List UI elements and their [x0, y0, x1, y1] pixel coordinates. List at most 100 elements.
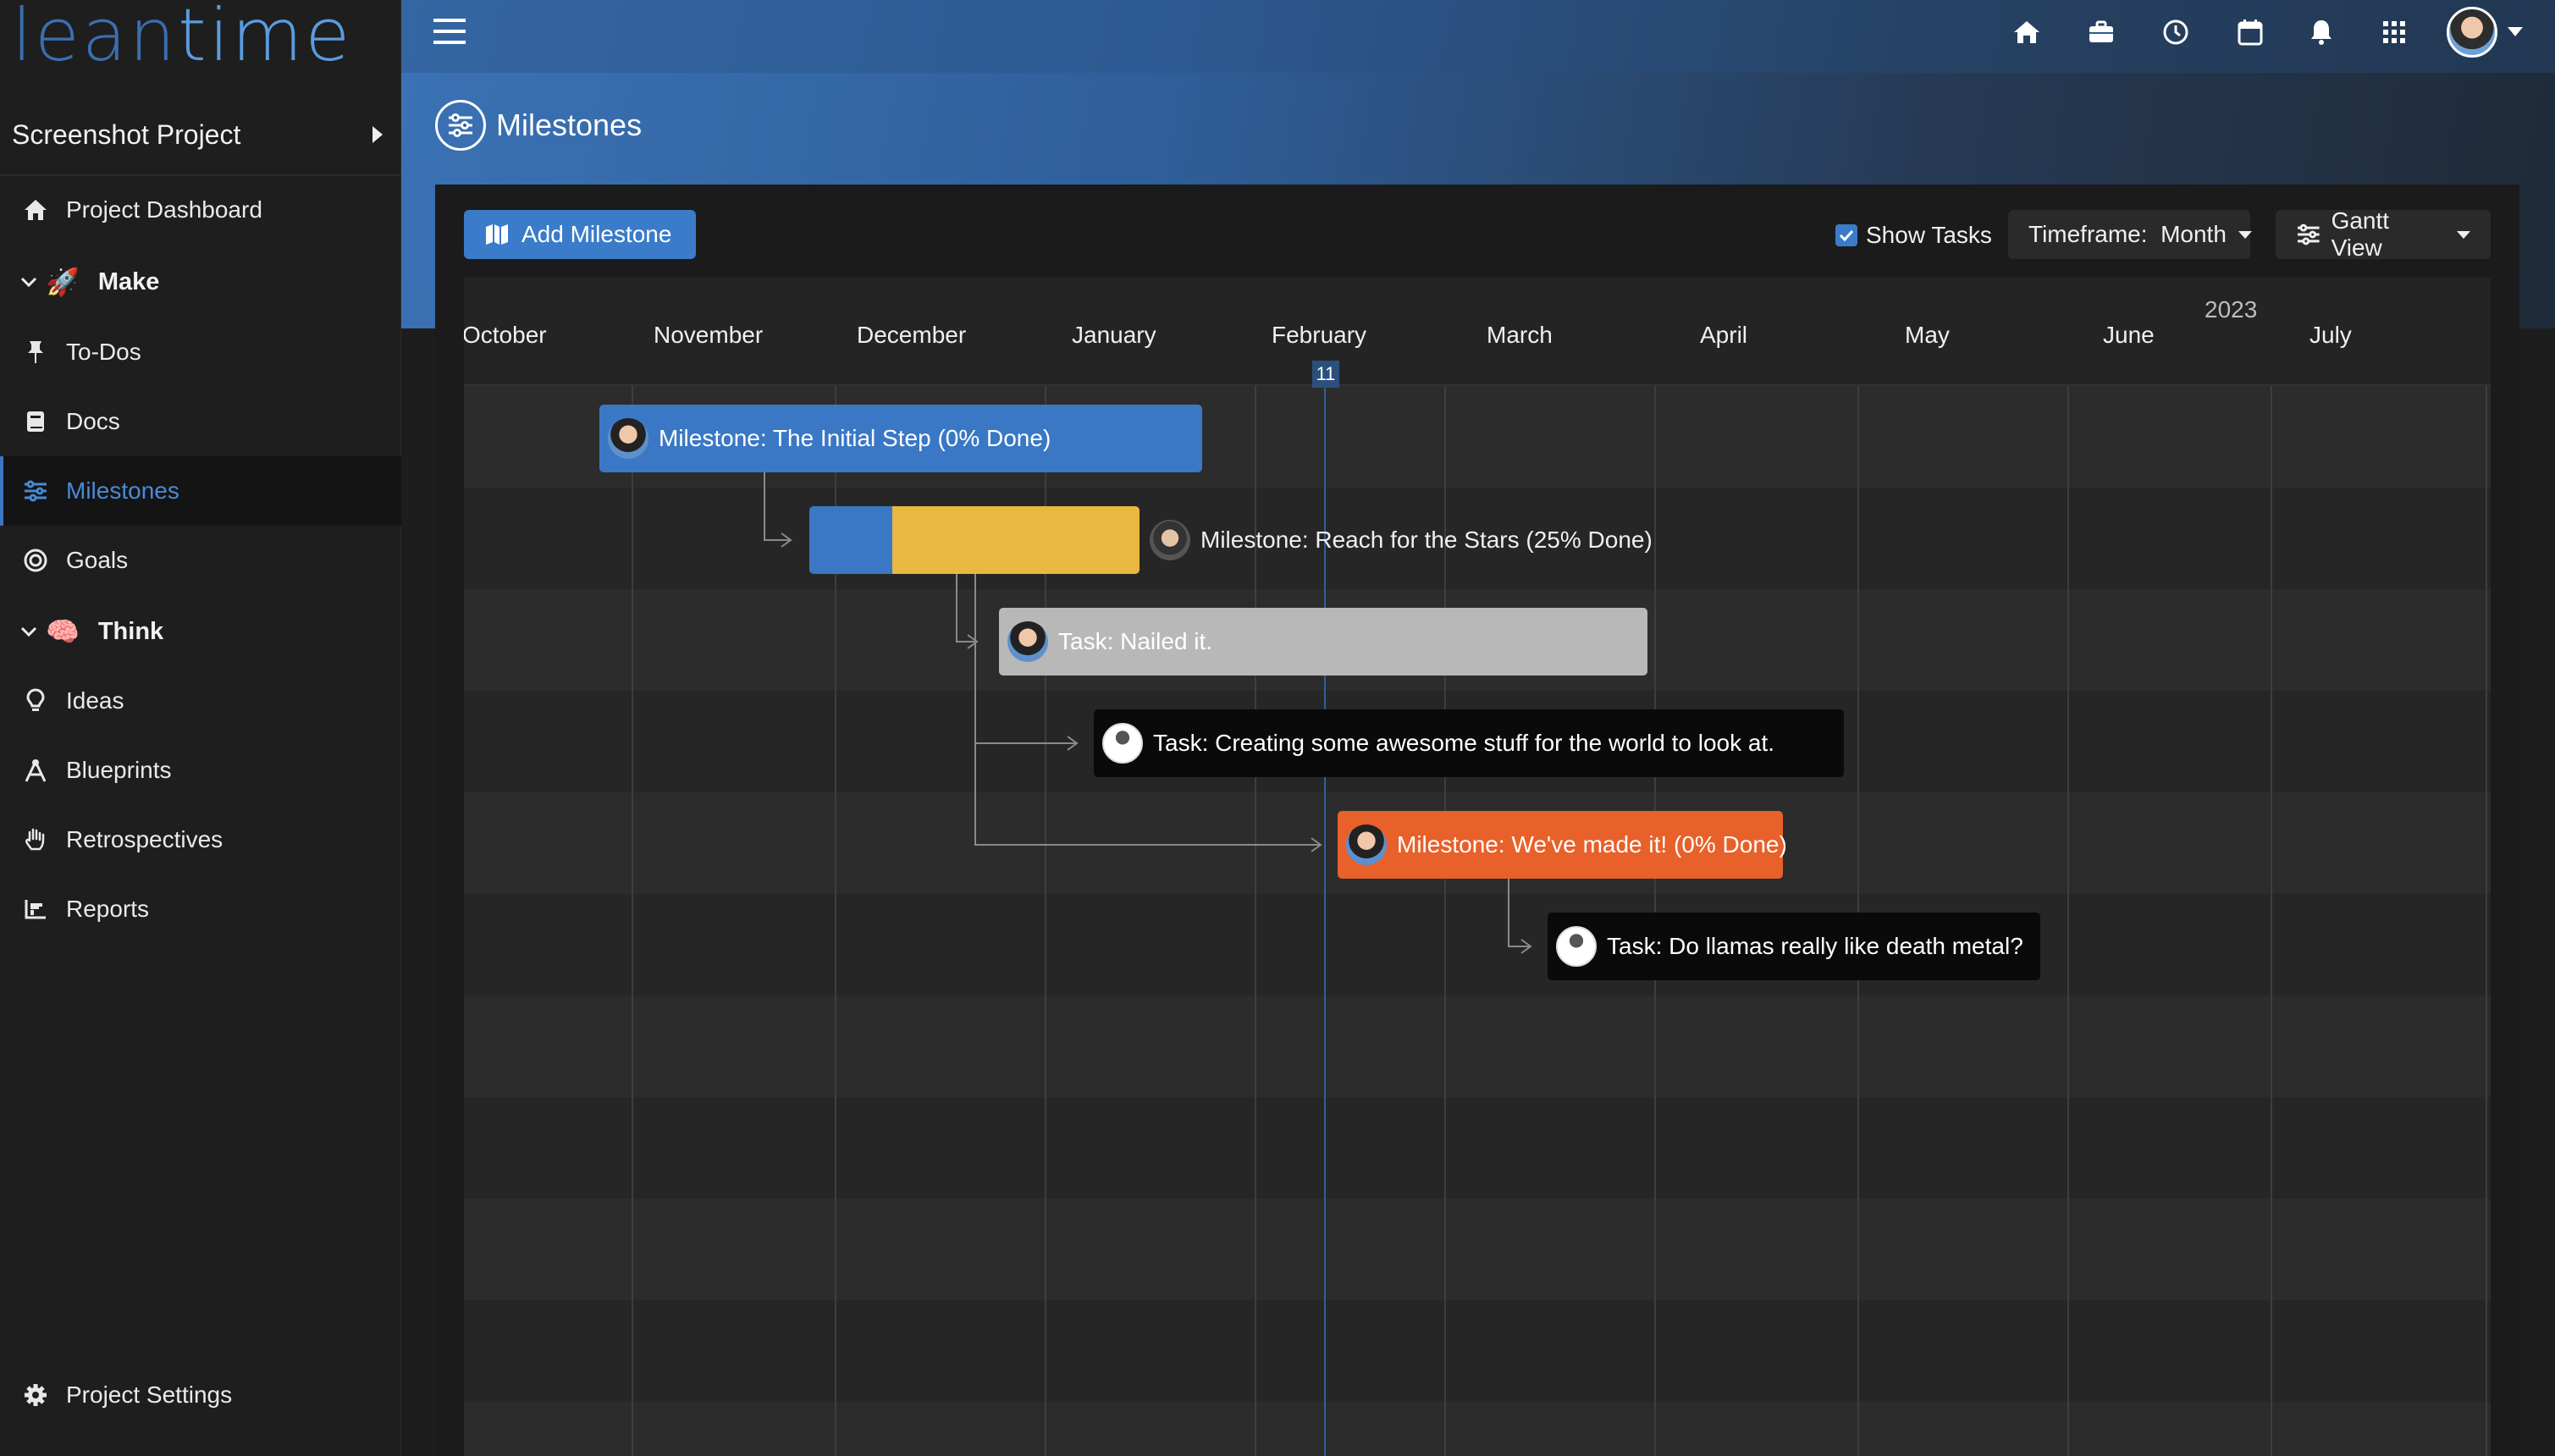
calendar-button[interactable] [2233, 15, 2267, 49]
sidebar-item-milestones[interactable]: Milestones [0, 456, 401, 526]
user-placeholder-icon [1102, 723, 1143, 764]
bar-label: Milestone: The Initial Step (0% Done) [659, 425, 1051, 451]
brain-icon: 🧠 [46, 616, 80, 647]
compass-drafting-icon [22, 757, 49, 784]
chevron-down-icon [20, 626, 37, 637]
progress-remaining [891, 506, 1140, 574]
home-icon [22, 196, 49, 223]
dependency-arrow [764, 472, 791, 541]
bell-icon [2311, 20, 2332, 45]
user-avatar[interactable] [2447, 7, 2497, 58]
sidebar-item-retrospectives[interactable]: Retrospectives [0, 805, 401, 874]
add-milestone-button[interactable]: Add Milestone [464, 210, 696, 259]
sidebar-item-label: Blueprints [66, 757, 172, 783]
rocket-icon: 🚀 [46, 267, 80, 297]
sidebar-item-label: Project Settings [66, 1382, 233, 1408]
bar-label: Task: Nailed it. [1058, 628, 1213, 654]
milestone-bar-reach-for-the-stars[interactable] [809, 506, 1140, 574]
milestone-bar-initial-step[interactable]: Milestone: The Initial Step (0% Done) [599, 405, 1202, 472]
sidebar-item-label: Retrospectives [66, 826, 223, 852]
sidebar-item-goals[interactable]: Goals [0, 526, 401, 595]
chart-bar-icon [22, 896, 49, 923]
timeframe-label: Timeframe: Month [2028, 221, 2227, 247]
caret-down-icon [2457, 230, 2470, 239]
sidebar-item-reports[interactable]: Reports [0, 874, 401, 944]
sidebar-item-project-settings[interactable]: Project Settings [0, 1360, 401, 1430]
show-tasks-checkbox[interactable]: Show Tasks [1835, 218, 1992, 252]
sidebar-item-label: Goals [66, 547, 129, 573]
bar-label: Milestone: We've made it! (0% Done) [1397, 831, 1787, 858]
target-icon [22, 547, 49, 574]
calendar-icon [2238, 19, 2263, 46]
user-placeholder-icon [1556, 926, 1597, 967]
sidebar-section-make[interactable]: 🚀 Make [0, 247, 401, 317]
caret-down-icon[interactable] [2508, 27, 2523, 36]
avatar [1007, 621, 1048, 662]
add-milestone-label: Add Milestone [521, 221, 672, 247]
sidebar-item-label: Milestones [66, 477, 179, 504]
checkbox-checked-icon [1835, 224, 1857, 246]
sidebar-section-label: Make [97, 267, 160, 295]
grid-icon [2383, 21, 2405, 43]
dependency-arrow [1508, 879, 1531, 947]
projects-button[interactable] [2084, 15, 2118, 49]
sidebar-item-label: Ideas [66, 687, 124, 714]
briefcase-icon [2089, 20, 2113, 42]
sliders-icon [22, 477, 49, 505]
sidebar-item-docs[interactable]: Docs [0, 387, 401, 456]
caret-right-icon [372, 126, 383, 143]
bar-label: Milestone: Reach for the Stars (25% Done… [1200, 527, 1653, 553]
sidebar-section-think[interactable]: 🧠 Think [0, 597, 401, 666]
chevron-down-icon [20, 277, 37, 288]
page-header: Milestones [435, 98, 642, 152]
caret-down-icon [2238, 230, 2252, 239]
view-dropdown[interactable]: Gantt View [2276, 207, 2491, 261]
gantt-chart: 2023 October November December January F… [464, 278, 2491, 1456]
pin-icon [22, 339, 49, 366]
timeframe-dropdown[interactable]: Timeframe: Month [2008, 210, 2252, 259]
sidebar-item-label: Docs [66, 408, 120, 434]
notifications-button[interactable] [2304, 15, 2338, 49]
book-icon [22, 408, 49, 435]
clock-icon [2163, 19, 2188, 45]
hamburger-icon [433, 19, 466, 44]
bar-label: Task: Do llamas really like death metal? [1607, 933, 2023, 959]
sliders-icon [435, 100, 486, 151]
home-button[interactable] [2010, 15, 2044, 49]
menu-toggle-button[interactable] [433, 17, 467, 46]
sidebar-item-blueprints[interactable]: Blueprints [0, 736, 401, 805]
bar-label: Task: Creating some awesome stuff for th… [1153, 730, 1775, 756]
home-icon [2014, 21, 2039, 43]
view-label: Gantt View [2331, 207, 2390, 261]
avatar [1150, 520, 1190, 560]
show-tasks-label: Show Tasks [1866, 222, 1992, 248]
sidebar-item-label: Reports [66, 896, 150, 922]
leantime-logo[interactable]: leantime [12, 0, 352, 72]
milestone-label-reach-for-the-stars[interactable]: Milestone: Reach for the Stars (25% Done… [1150, 520, 1653, 560]
lightbulb-icon [22, 687, 49, 714]
gear-icon [22, 1382, 49, 1409]
sliders-icon [2297, 223, 2320, 245]
project-selector[interactable]: Screenshot Project [0, 95, 401, 176]
sidebar-section-label: Think [97, 617, 164, 645]
progress-fill [809, 506, 892, 574]
milestone-bar-made-it[interactable]: Milestone: We've made it! (0% Done) [1338, 811, 1787, 879]
sidebar-item-ideas[interactable]: Ideas [0, 666, 401, 736]
task-bar-nailed-it[interactable]: Task: Nailed it. [999, 608, 1647, 676]
map-icon [486, 224, 508, 245]
dependency-arrow [956, 574, 977, 643]
sidebar-item-project-dashboard[interactable]: Project Dashboard [0, 175, 401, 245]
apps-menu-button[interactable] [2377, 15, 2411, 49]
sidebar: leantime Screenshot Project Project Dash… [0, 0, 401, 1456]
top-bar [401, 0, 2555, 73]
page-title: Milestones [496, 108, 643, 142]
project-name: Screenshot Project [12, 119, 241, 150]
avatar [608, 418, 648, 459]
timesheets-button[interactable] [2159, 15, 2193, 49]
sidebar-item-label: To-Dos [66, 339, 141, 365]
sidebar-item-label: Project Dashboard [66, 196, 262, 223]
sidebar-item-todos[interactable]: To-Dos [0, 317, 401, 387]
task-bar-awesome-stuff[interactable]: Task: Creating some awesome stuff for th… [1094, 709, 1844, 777]
task-bar-llamas[interactable]: Task: Do llamas really like death metal? [1548, 913, 2040, 980]
hand-icon [22, 826, 49, 853]
